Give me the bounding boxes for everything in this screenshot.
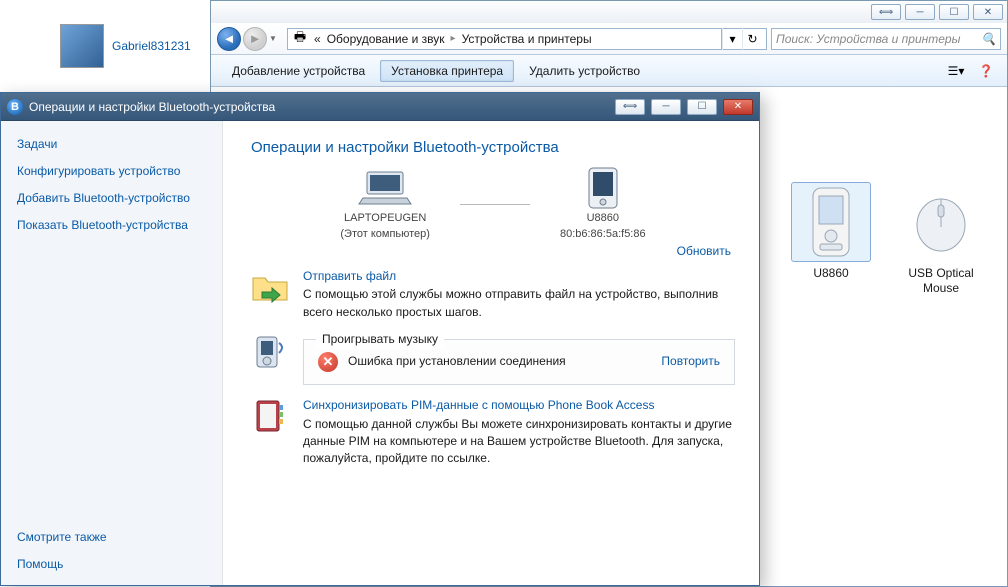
bt-ghost-button[interactable]: ⟺ bbox=[615, 99, 645, 115]
search-icon: 🔍 bbox=[981, 32, 996, 46]
connection-diagram: LAPTOPEUGEN (Этот компьютер) U8860 80:b6… bbox=[251, 168, 735, 240]
pim-sync-service: Синхронизировать PIM-данные с помощью Ph… bbox=[251, 397, 735, 468]
device-label: U8860 bbox=[781, 266, 881, 281]
command-toolbar: Добавление устройства Установка принтера… bbox=[211, 55, 1007, 87]
user-avatar bbox=[60, 24, 104, 68]
user-tile[interactable]: Gabriel831231 bbox=[60, 24, 191, 68]
play-music-service: Проигрывать музыку ✕ Ошибка при установл… bbox=[251, 333, 735, 385]
view-options-button[interactable]: ☰▾ bbox=[945, 60, 967, 82]
window-titlebar[interactable]: ⟺ ─ ☐ ✕ bbox=[211, 1, 1007, 23]
nav-history-dropdown[interactable]: ▼ bbox=[269, 34, 281, 43]
printer-icon: 🖶 bbox=[292, 31, 308, 47]
phone-icon bbox=[575, 168, 631, 208]
phone-mac: 80:b6:86:5a:f5:86 bbox=[560, 228, 646, 240]
send-file-desc: С помощью этой службы можно отправить фа… bbox=[303, 286, 735, 321]
send-file-link[interactable]: Отправить файл bbox=[303, 269, 396, 283]
bt-close-button[interactable]: ✕ bbox=[723, 99, 753, 115]
laptop-sub: (Этот компьютер) bbox=[340, 228, 430, 240]
device-label: USB OpticalMouse bbox=[891, 266, 991, 296]
sidebar-configure-link[interactable]: Конфигурировать устройство bbox=[17, 163, 210, 180]
bluetooth-titlebar[interactable]: B Операции и настройки Bluetooth-устройс… bbox=[1, 93, 759, 121]
minimize-button[interactable]: ─ bbox=[905, 4, 935, 20]
music-retry-link[interactable]: Повторить bbox=[661, 353, 720, 370]
search-input[interactable]: Поиск: Устройства и принтеры 🔍 bbox=[771, 28, 1001, 50]
bluetooth-operations-window: B Операции и настройки Bluetooth-устройс… bbox=[0, 92, 760, 586]
close-button[interactable]: ✕ bbox=[973, 4, 1003, 20]
sidebar-add-link[interactable]: Добавить Bluetooth-устройство bbox=[17, 190, 210, 207]
remove-device-button[interactable]: Удалить устройство bbox=[518, 60, 651, 82]
laptop-name: LAPTOPEUGEN bbox=[344, 212, 426, 224]
music-error-text: Ошибка при установлении соединения bbox=[348, 353, 566, 370]
breadcrumb-chevrons[interactable]: « bbox=[314, 32, 321, 46]
error-icon: ✕ bbox=[318, 352, 338, 372]
laptop-icon bbox=[357, 168, 413, 208]
pim-sync-desc: С помощью данной службы Вы можете синхро… bbox=[303, 416, 735, 468]
add-device-button[interactable]: Добавление устройства bbox=[221, 60, 376, 82]
device-tile-mouse[interactable]: USB OpticalMouse bbox=[891, 182, 991, 296]
pim-sync-link[interactable]: Синхронизировать PIM-данные с помощью Ph… bbox=[303, 398, 654, 412]
address-dropdown-icon[interactable]: ▾ bbox=[722, 28, 742, 50]
user-name: Gabriel831231 bbox=[112, 39, 191, 53]
navigation-bar: ◄ ► ▼ 🖶 « Оборудование и звук ▸ Устройст… bbox=[211, 23, 1007, 55]
sidebar-seealso-header: Смотрите также bbox=[17, 530, 210, 544]
this-computer: LAPTOPEUGEN (Этот компьютер) bbox=[340, 168, 430, 240]
device-tile-phone[interactable]: U8860 bbox=[781, 182, 881, 281]
phone-device-icon bbox=[791, 182, 871, 262]
breadcrumb-seg-2[interactable]: Устройства и принтеры bbox=[462, 32, 592, 46]
bluetooth-icon: B bbox=[7, 99, 23, 115]
search-placeholder: Поиск: Устройства и принтеры bbox=[776, 32, 981, 46]
music-legend: Проигрывать музыку bbox=[316, 331, 444, 348]
breadcrumb-seg-1[interactable]: Оборудование и звук bbox=[327, 32, 445, 46]
sidebar-tasks-header: Задачи bbox=[17, 137, 210, 151]
bt-maximize-button[interactable]: ☐ bbox=[687, 99, 717, 115]
address-refresh-icon[interactable]: ↻ bbox=[742, 28, 762, 50]
bt-minimize-button[interactable]: ─ bbox=[651, 99, 681, 115]
address-book-icon bbox=[251, 397, 289, 435]
folder-send-icon bbox=[251, 268, 289, 306]
nav-forward-button: ► bbox=[243, 27, 267, 51]
address-bar[interactable]: 🖶 « Оборудование и звук ▸ Устройства и п… bbox=[287, 28, 767, 50]
bluetooth-title-text: Операции и настройки Bluetooth-устройств… bbox=[29, 100, 275, 114]
nav-back-button[interactable]: ◄ bbox=[217, 27, 241, 51]
help-button[interactable]: ❓ bbox=[975, 60, 997, 82]
maximize-button[interactable]: ☐ bbox=[939, 4, 969, 20]
music-device-icon bbox=[251, 333, 289, 371]
bluetooth-sidebar: Задачи Конфигурировать устройство Добави… bbox=[1, 121, 223, 585]
refresh-link[interactable]: Обновить bbox=[677, 244, 731, 258]
remote-device: U8860 80:b6:86:5a:f5:86 bbox=[560, 168, 646, 240]
bluetooth-heading: Операции и настройки Bluetooth-устройств… bbox=[251, 139, 735, 156]
breadcrumb-sep-icon: ▸ bbox=[451, 33, 456, 44]
titlebar-ghost-button[interactable]: ⟺ bbox=[871, 4, 901, 20]
add-printer-button[interactable]: Установка принтера bbox=[380, 60, 514, 82]
connection-line-icon bbox=[460, 204, 530, 205]
phone-name: U8860 bbox=[587, 212, 619, 224]
music-status-box: Проигрывать музыку ✕ Ошибка при установл… bbox=[303, 339, 735, 385]
send-file-service: Отправить файл С помощью этой службы мож… bbox=[251, 268, 735, 321]
sidebar-help-link[interactable]: Помощь bbox=[17, 556, 210, 573]
bluetooth-main: Операции и настройки Bluetooth-устройств… bbox=[223, 121, 759, 585]
mouse-device-icon bbox=[901, 182, 981, 262]
sidebar-show-link[interactable]: Показать Bluetooth-устройства bbox=[17, 217, 210, 234]
